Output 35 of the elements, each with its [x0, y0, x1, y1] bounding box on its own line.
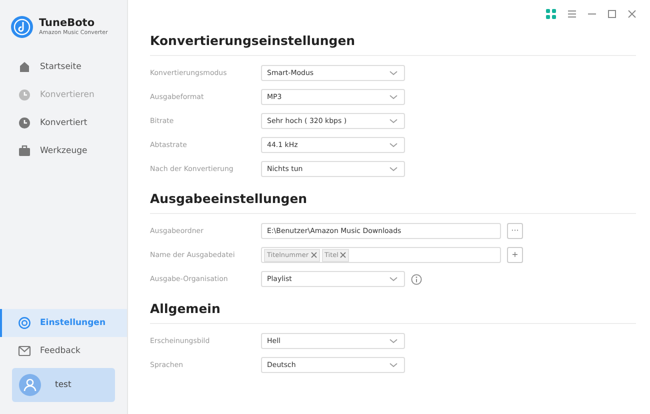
- remove-icon[interactable]: [340, 252, 346, 258]
- sidebar-item[interactable]: Feedback: [0, 337, 127, 365]
- chevron-down-icon: [389, 338, 398, 344]
- chevron-down-icon: [389, 142, 398, 148]
- app-name: TuneBoto: [39, 17, 96, 29]
- settings-icon: [18, 316, 31, 330]
- close-icon[interactable]: [627, 9, 637, 19]
- chevron-down-icon: [389, 94, 398, 100]
- browse-button[interactable]: ···: [507, 223, 523, 239]
- mail-icon: [18, 344, 31, 358]
- chevron-down-icon: [389, 166, 398, 172]
- section-heading: Ausgabeeinstellungen: [150, 191, 636, 214]
- clock-icon: [18, 88, 31, 102]
- clock-icon: [18, 116, 31, 130]
- add-button[interactable]: +: [507, 247, 523, 263]
- section-heading: Konvertierungseinstellungen: [150, 33, 636, 56]
- user-name: test: [55, 380, 72, 390]
- sidebar-item[interactable]: Konvertiert: [0, 109, 127, 137]
- chevron-down-icon: [389, 276, 398, 282]
- chevron-down-icon: [389, 118, 398, 124]
- chevron-down-icon: [389, 362, 398, 368]
- toolbox-icon: [18, 144, 31, 158]
- chevron-down-icon: [389, 70, 398, 76]
- info-icon[interactable]: [411, 274, 422, 284]
- app-logo-icon: [11, 16, 33, 38]
- maximize-icon[interactable]: [607, 9, 617, 19]
- sidebar-item[interactable]: Startseite: [0, 53, 127, 81]
- avatar-icon: [19, 374, 41, 396]
- section-heading: Allgemein: [150, 301, 636, 324]
- grid-icon[interactable]: [545, 8, 557, 20]
- sidebar-item[interactable]: Werkzeuge: [0, 137, 127, 165]
- menu-icon[interactable]: [567, 9, 577, 19]
- house-icon: [18, 60, 31, 74]
- remove-icon[interactable]: [310, 252, 317, 258]
- user-card[interactable]: test: [12, 368, 115, 402]
